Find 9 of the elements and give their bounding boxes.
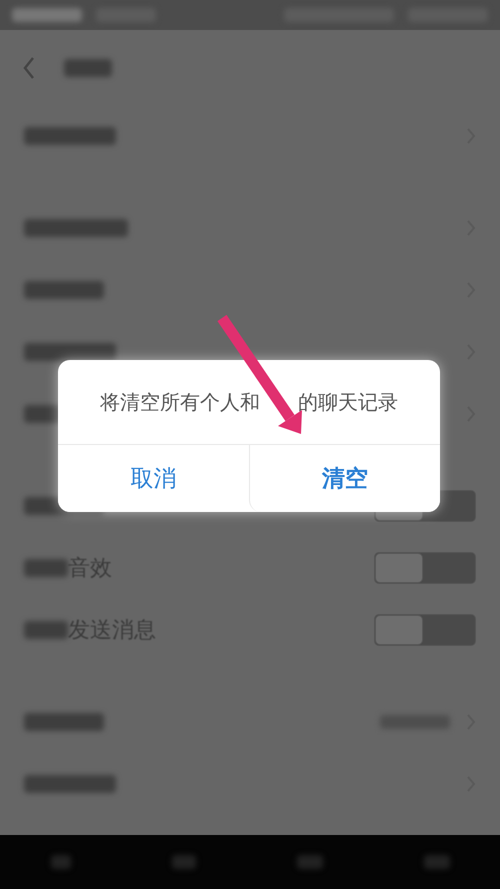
dialog-message: 的聊天记录 (298, 388, 398, 416)
toggle-switch[interactable] (374, 614, 476, 646)
blurred-label (24, 559, 68, 577)
toggle-switch[interactable] (374, 552, 476, 584)
blurred-title (64, 58, 112, 76)
dialog-message: 将清空所有个人和 (100, 388, 260, 416)
dialog-button[interactable]: 清空 (248, 445, 440, 512)
back-icon[interactable] (22, 56, 36, 80)
blurred-label (24, 621, 68, 639)
